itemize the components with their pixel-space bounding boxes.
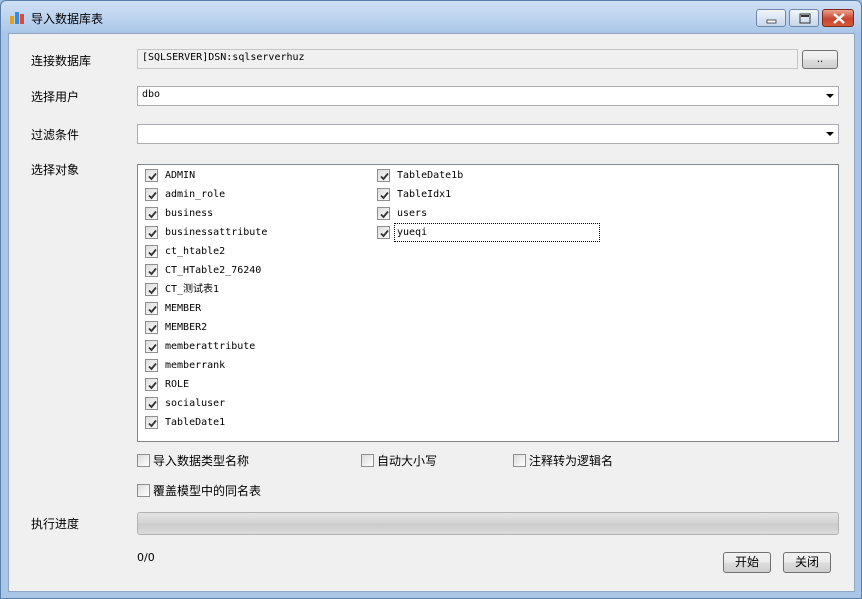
checkbox[interactable] [377, 226, 390, 239]
checkbox[interactable] [137, 454, 150, 467]
chevron-down-icon [826, 132, 834, 136]
checkbox[interactable] [145, 340, 158, 353]
list-item-label: TableDate1 [165, 417, 226, 428]
chevron-down-icon [826, 94, 834, 98]
checkbox[interactable] [377, 169, 390, 182]
close-window-button[interactable] [822, 9, 854, 27]
user-select[interactable]: dbo [137, 86, 839, 106]
option-label: 注释转为逻辑名 [529, 454, 614, 468]
maximize-button[interactable] [789, 9, 819, 27]
user-select-value: dbo [142, 89, 161, 100]
check-icon [148, 343, 157, 352]
option-label: 导入数据类型名称 [153, 454, 250, 468]
objects-checklist[interactable]: ADMIN admin_role business businessattribute… [137, 164, 839, 442]
filter-select[interactable] [137, 124, 839, 144]
checkbox[interactable] [145, 226, 158, 239]
option-label: 覆盖模型中的同名表 [153, 484, 262, 498]
connection-field[interactable]: [SQLSERVER]DSN:sqlserverhuz [137, 49, 798, 69]
check-icon [148, 286, 157, 295]
checkbox[interactable] [361, 454, 374, 467]
checkbox[interactable] [145, 302, 158, 315]
checkbox[interactable] [377, 207, 390, 220]
check-icon [148, 305, 157, 314]
window-title: 导入数据库表 [31, 12, 104, 26]
checkbox[interactable] [145, 264, 158, 277]
checkbox[interactable] [145, 207, 158, 220]
checkbox[interactable] [145, 359, 158, 372]
list-item-label: admin_role [165, 189, 226, 200]
list-item-label: business [165, 208, 214, 219]
dialog-body: 连接数据库 [SQLSERVER]DSN:sqlserverhuz .. 选择用… [8, 33, 855, 592]
list-item-label: socialuser [165, 398, 226, 409]
user-label: 选择用户 [31, 90, 80, 104]
import-table-dialog: 导入数据库表 连接数据库 [SQLSERVER]DSN:sqlserverhuz… [0, 0, 862, 599]
check-icon [380, 210, 389, 219]
check-icon [380, 191, 389, 200]
list-item-label: memberrank [165, 360, 226, 371]
objects-label: 选择对象 [31, 163, 80, 177]
checkbox[interactable] [145, 245, 158, 258]
check-icon [148, 362, 157, 371]
progress-count: 0/0 [137, 551, 155, 564]
list-item-label: users [397, 208, 428, 219]
title-bar[interactable]: 导入数据库表 [1, 1, 861, 33]
check-icon [148, 400, 157, 409]
check-icon [148, 248, 157, 257]
check-icon [148, 419, 157, 428]
check-icon [148, 172, 157, 181]
list-item-label: TableDate1b [397, 170, 464, 181]
checkbox[interactable] [137, 484, 150, 497]
checkbox[interactable] [145, 397, 158, 410]
browse-button[interactable]: .. [802, 50, 838, 69]
check-icon [148, 324, 157, 333]
filter-label: 过滤条件 [31, 128, 80, 142]
check-icon [380, 229, 389, 238]
list-item-label: MEMBER2 [165, 322, 208, 333]
check-icon [148, 191, 157, 200]
list-item-label: TableIdx1 [397, 189, 452, 200]
maximize-icon [799, 13, 811, 24]
close-button[interactable]: 关闭 [783, 552, 831, 573]
checkbox[interactable] [145, 169, 158, 182]
check-icon [148, 267, 157, 276]
close-icon [833, 13, 845, 24]
list-item-label: CT_HTable2_76240 [165, 265, 262, 276]
progress-bar [137, 512, 839, 535]
list-item-label: CT_测试表1 [165, 284, 220, 295]
list-item-label: ct_htable2 [165, 246, 226, 257]
minimize-button[interactable] [756, 9, 786, 27]
list-item-label: ADMIN [165, 170, 196, 181]
progress-label: 执行进度 [31, 517, 80, 531]
start-button[interactable]: 开始 [723, 552, 771, 573]
check-icon [380, 172, 389, 181]
checkbox[interactable] [145, 283, 158, 296]
list-item-label: MEMBER [165, 303, 202, 314]
checkbox[interactable] [145, 188, 158, 201]
check-icon [148, 229, 157, 238]
option-label: 自动大小写 [377, 454, 438, 468]
checkbox[interactable] [513, 454, 526, 467]
check-icon [148, 381, 157, 390]
list-item-label: yueqi [394, 223, 600, 242]
list-item-label: businessattribute [165, 227, 268, 238]
connection-label: 连接数据库 [31, 54, 92, 68]
checkbox[interactable] [145, 321, 158, 334]
check-icon [148, 210, 157, 219]
list-item-label: ROLE [165, 379, 190, 390]
minimize-icon [766, 19, 777, 24]
checkbox[interactable] [145, 378, 158, 391]
checkbox[interactable] [145, 416, 158, 429]
list-item-label: memberattribute [165, 341, 256, 352]
app-icon [10, 12, 24, 24]
checkbox[interactable] [377, 188, 390, 201]
